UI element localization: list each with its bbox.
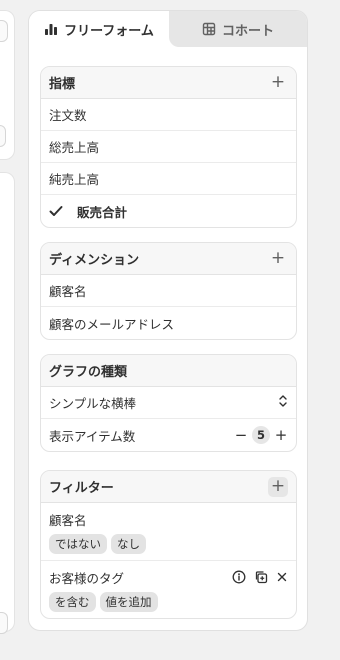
close-icon[interactable] [276,571,288,583]
background-input-edge [0,612,8,634]
add-dimension-button[interactable]: + [268,249,288,269]
filter-operator-chip[interactable]: を含む [49,592,96,612]
metrics-card: 指標 + 注文数 総売上高 純売上高 販売合計 [40,66,297,228]
dimensions-title: ディメンション [49,253,140,268]
info-icon[interactable] [232,570,246,584]
cohort-grid-icon [202,22,216,36]
report-settings-panel: フリーフォーム コホート 指標 + 注文数 総売上高 純売上高 販売合計 ディメ… [28,10,308,631]
metric-label: 販売合計 [77,204,128,220]
duplicate-icon[interactable] [254,570,268,584]
metric-label: 注文数 [49,108,87,123]
chart-type-card: グラフの種類 シンプルな横棒 表示アイテム数 − 5 + [40,354,297,452]
increment-button[interactable]: + [274,427,288,443]
filters-card: フィルター + 顧客名 ではない なし お客様のタグ を含む 値を追加 [40,470,297,619]
background-input-edge [0,20,8,42]
tab-freeform[interactable]: フリーフォーム [29,11,169,47]
tab-cohort[interactable]: コホート [169,11,307,47]
background-card-bottom [0,172,15,632]
metric-item[interactable]: 注文数 [41,99,296,131]
metric-item[interactable]: 純売上高 [41,163,296,195]
filter-value-chip[interactable]: なし [111,534,146,554]
items-count-label: 表示アイテム数 [49,428,136,444]
chart-type-value: シンプルな横棒 [49,396,137,411]
filter-label: お客様のタグ [49,570,125,586]
metrics-title: 指標 [49,77,76,92]
select-chevron-icon [278,394,288,411]
dimension-item[interactable]: 顧客名 [41,275,296,307]
chart-type-title: グラフの種類 [49,365,128,380]
filter-label: 顧客名 [49,512,87,528]
filters-title: フィルター [49,481,114,496]
items-count-row: 表示アイテム数 − 5 + [41,419,296,451]
background-control-edge [0,125,6,147]
metric-item[interactable]: 総売上高 [41,131,296,163]
dimension-item[interactable]: 顧客のメールアドレス [41,307,296,339]
items-count-stepper: − 5 + [234,426,288,444]
decrement-button[interactable]: − [234,427,248,443]
filter-operator-chip[interactable]: ではない [49,534,107,554]
bar-chart-icon [44,22,58,36]
dimensions-card: ディメンション + 顧客名 顧客のメールアドレス [40,242,297,340]
dimension-label: 顧客のメールアドレス [49,316,175,332]
tab-cohort-label: コホート [221,23,274,39]
filter-item[interactable]: 顧客名 ではない なし [41,503,296,561]
metric-item-selected[interactable]: 販売合計 [41,195,296,227]
filter-value-chip[interactable]: 値を追加 [99,592,158,612]
add-metric-button[interactable]: + [268,73,288,93]
checkmark-icon [49,205,65,217]
metric-label: 総売上高 [49,140,100,155]
chart-type-select[interactable]: シンプルな横棒 [41,387,296,419]
dimension-label: 顧客名 [49,284,87,299]
tab-freeform-label: フリーフォーム [64,23,154,39]
filter-item[interactable]: お客様のタグ を含む 値を追加 [41,561,296,618]
metric-label: 純売上高 [49,172,100,187]
items-count-value[interactable]: 5 [252,426,270,444]
add-filter-button[interactable]: + [268,476,288,497]
tab-bar: フリーフォーム コホート [29,11,307,47]
